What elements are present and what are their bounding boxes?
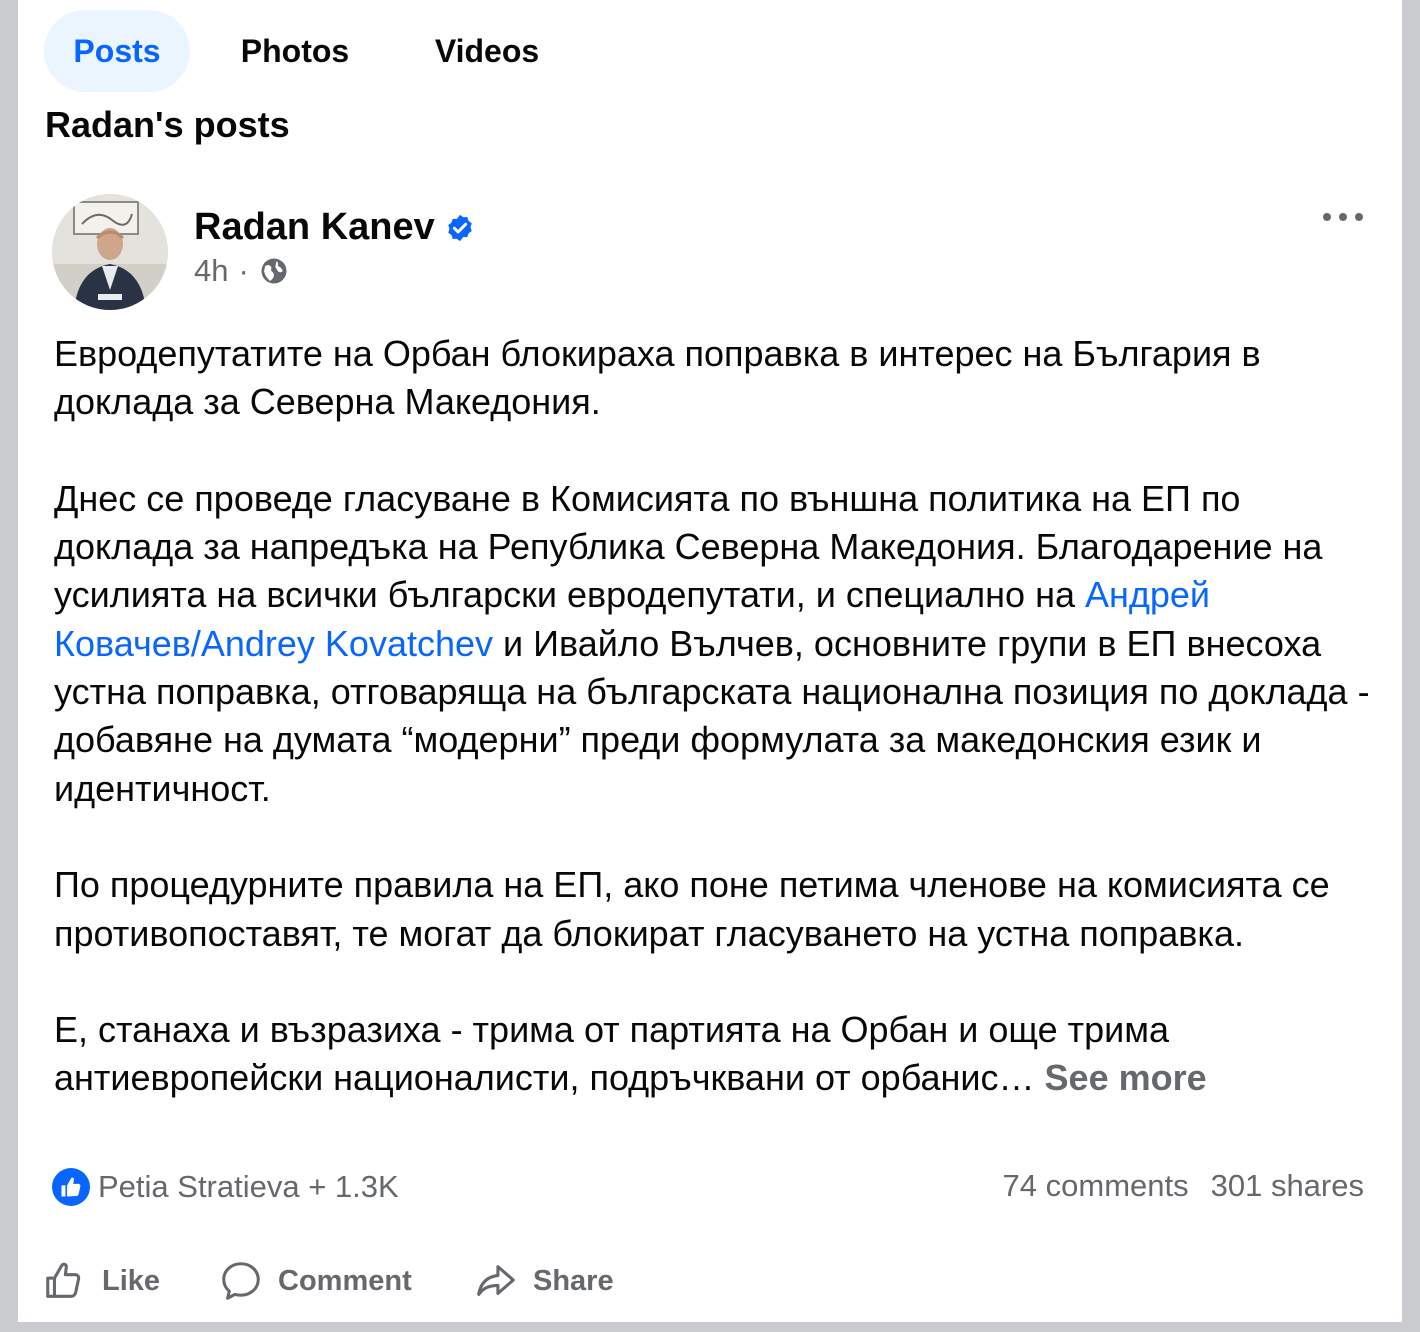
reactions-text: Petia Stratieva + 1.3K <box>98 1169 399 1204</box>
profile-tabs: Posts Photos Videos <box>44 10 574 92</box>
thumbs-up-icon <box>46 1262 81 1298</box>
post-actions: Like Comment Share <box>42 1252 643 1310</box>
engagement-counts: 74 comments 301 shares <box>1003 1168 1364 1204</box>
avatar-image <box>52 194 168 310</box>
tab-posts[interactable]: Posts <box>44 10 190 92</box>
like-label: Like <box>102 1264 161 1297</box>
globe-icon[interactable] <box>259 256 289 286</box>
verified-badge-icon <box>448 214 472 241</box>
section-title: Radan's posts <box>45 104 290 145</box>
post-meta: 4h · <box>194 253 289 289</box>
more-options-icon[interactable] <box>1318 200 1368 234</box>
meta-separator: · <box>238 253 249 288</box>
post-paragraph-3: По процедурните правила на ЕП, ако поне … <box>54 864 1330 954</box>
author-name[interactable]: Radan Kanev <box>194 206 435 249</box>
post-paragraph-2: Днес се проведе гласуване в Комисията по… <box>54 475 1384 813</box>
share-arrow-icon <box>477 1265 515 1296</box>
comment-icon <box>222 1262 260 1300</box>
share-button[interactable]: Share <box>473 1258 643 1304</box>
tab-photos[interactable]: Photos <box>190 10 400 92</box>
post-paragraph-1: Евродепутатите на Орбан блокираха поправ… <box>54 333 1261 423</box>
like-button[interactable]: Like <box>42 1258 218 1304</box>
tab-videos[interactable]: Videos <box>400 10 574 92</box>
post-text: Евродепутатите на Орбан блокираха поправ… <box>54 330 1384 1103</box>
comments-count[interactable]: 74 comments <box>1003 1168 1189 1204</box>
profile-posts-card: Posts Photos Videos Radan's posts Radan … <box>18 0 1402 1322</box>
shares-count[interactable]: 301 shares <box>1211 1168 1364 1204</box>
author-row: Radan Kanev <box>194 206 475 249</box>
post-paragraph-4: Е, станаха и възразиха - трима от партия… <box>54 1006 1384 1103</box>
share-label: Share <box>533 1264 614 1297</box>
reactions-summary[interactable]: Petia Stratieva + 1.3K <box>52 1168 399 1206</box>
see-more-link[interactable]: See more <box>1045 1057 1207 1098</box>
post-time[interactable]: 4h <box>194 253 228 289</box>
comment-button[interactable]: Comment <box>218 1258 473 1304</box>
post-paragraph-4-text: Е, станаха и възразиха - трима от партия… <box>54 1009 1169 1099</box>
comment-label: Comment <box>278 1264 412 1297</box>
author-avatar[interactable] <box>52 194 168 310</box>
like-reaction-icon <box>52 1168 90 1206</box>
